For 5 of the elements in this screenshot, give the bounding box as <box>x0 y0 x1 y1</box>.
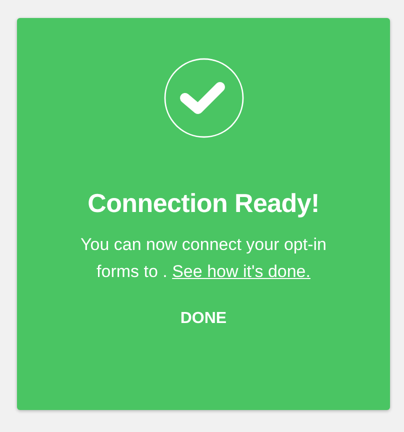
done-button[interactable]: DONE <box>172 303 235 335</box>
dialog-message: You can now connect your opt-in forms to . See how it's done. <box>79 234 328 283</box>
dialog-title: Connection Ready! <box>88 187 320 220</box>
check-icon <box>164 58 244 138</box>
help-link[interactable]: See how it's done. <box>172 262 310 281</box>
